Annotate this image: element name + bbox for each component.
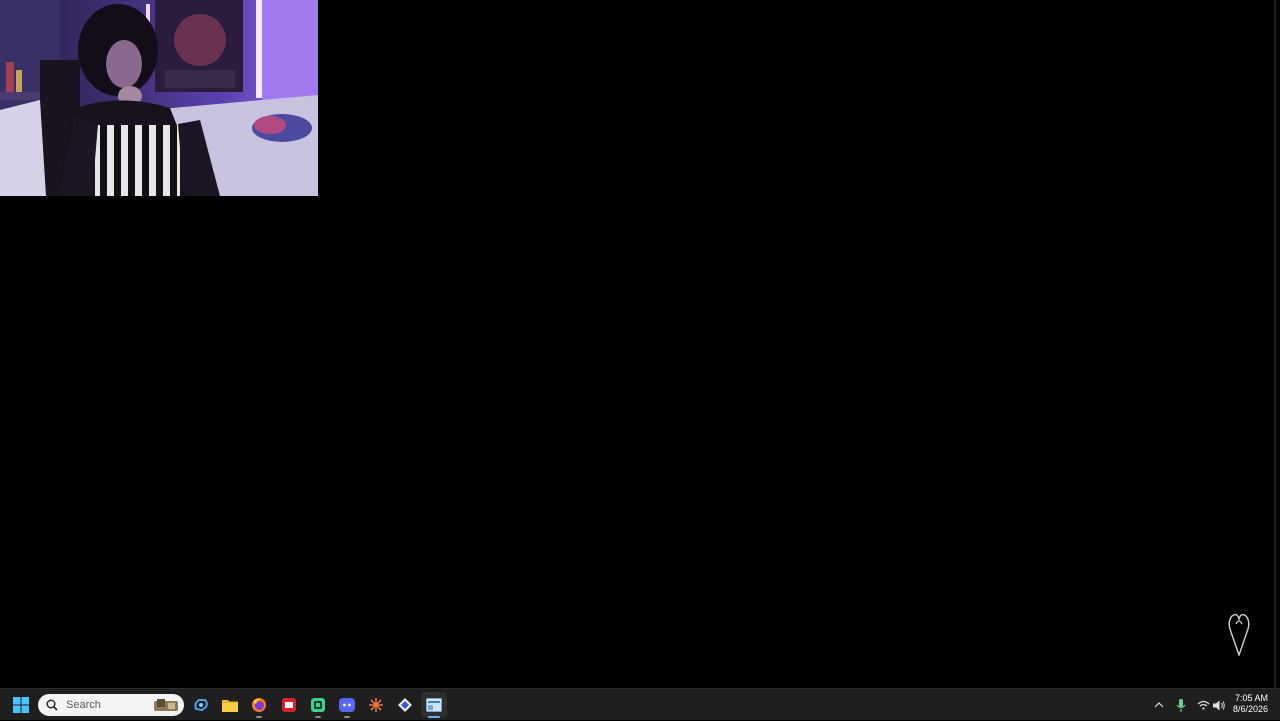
running-indicator xyxy=(428,716,440,718)
clock[interactable]: 7:05 AM 8/6/2026 xyxy=(1224,693,1268,715)
orange-burst-icon xyxy=(369,698,383,712)
firefox-icon xyxy=(252,698,266,712)
search-placeholder: Search xyxy=(66,699,101,711)
chevron-up-icon xyxy=(1154,702,1164,708)
taskbar-app-file-explorer[interactable] xyxy=(217,692,243,718)
running-indicator xyxy=(315,716,321,718)
search-icon xyxy=(46,699,58,711)
taskbar-app-orange[interactable] xyxy=(363,692,389,718)
taskbar-search-box[interactable]: Search xyxy=(38,694,184,716)
running-indicator xyxy=(256,716,262,718)
window-app-icon xyxy=(426,698,442,712)
start-button[interactable] xyxy=(8,692,34,718)
taskbar-app-discord[interactable] xyxy=(334,692,360,718)
discord-icon xyxy=(339,698,355,712)
taskbar-app-red[interactable] xyxy=(276,692,302,718)
desktop-background xyxy=(0,0,1280,688)
clock-date: 8/6/2026 xyxy=(1232,704,1268,714)
taskbar: Search 7:05 AM 8/6/2026 xyxy=(0,688,1280,720)
copilot-icon xyxy=(194,699,208,712)
taskbar-app-green[interactable] xyxy=(305,692,331,718)
taskbar-app-diamond[interactable] xyxy=(392,692,418,718)
green-app-icon xyxy=(311,698,325,712)
microphone-button[interactable] xyxy=(1173,689,1189,721)
microphone-icon xyxy=(1176,698,1186,712)
wifi-icon xyxy=(1197,700,1209,710)
red-app-icon xyxy=(282,698,296,712)
taskbar-app-firefox[interactable] xyxy=(246,692,272,718)
running-indicator xyxy=(344,716,350,718)
search-highlight-icon xyxy=(154,699,178,711)
folder-icon xyxy=(222,700,238,712)
diamond-app-icon xyxy=(398,698,412,712)
webcam-preview xyxy=(0,0,318,196)
heart-ornament-icon xyxy=(1228,613,1250,656)
clock-time: 7:05 AM xyxy=(1234,693,1268,703)
show-hidden-icons-button[interactable] xyxy=(1150,689,1168,721)
windows-logo-icon xyxy=(13,697,29,713)
taskbar-app-active-window[interactable] xyxy=(421,692,447,718)
taskbar-app-copilot[interactable] xyxy=(188,692,214,718)
screen-edge-line xyxy=(1274,0,1276,688)
